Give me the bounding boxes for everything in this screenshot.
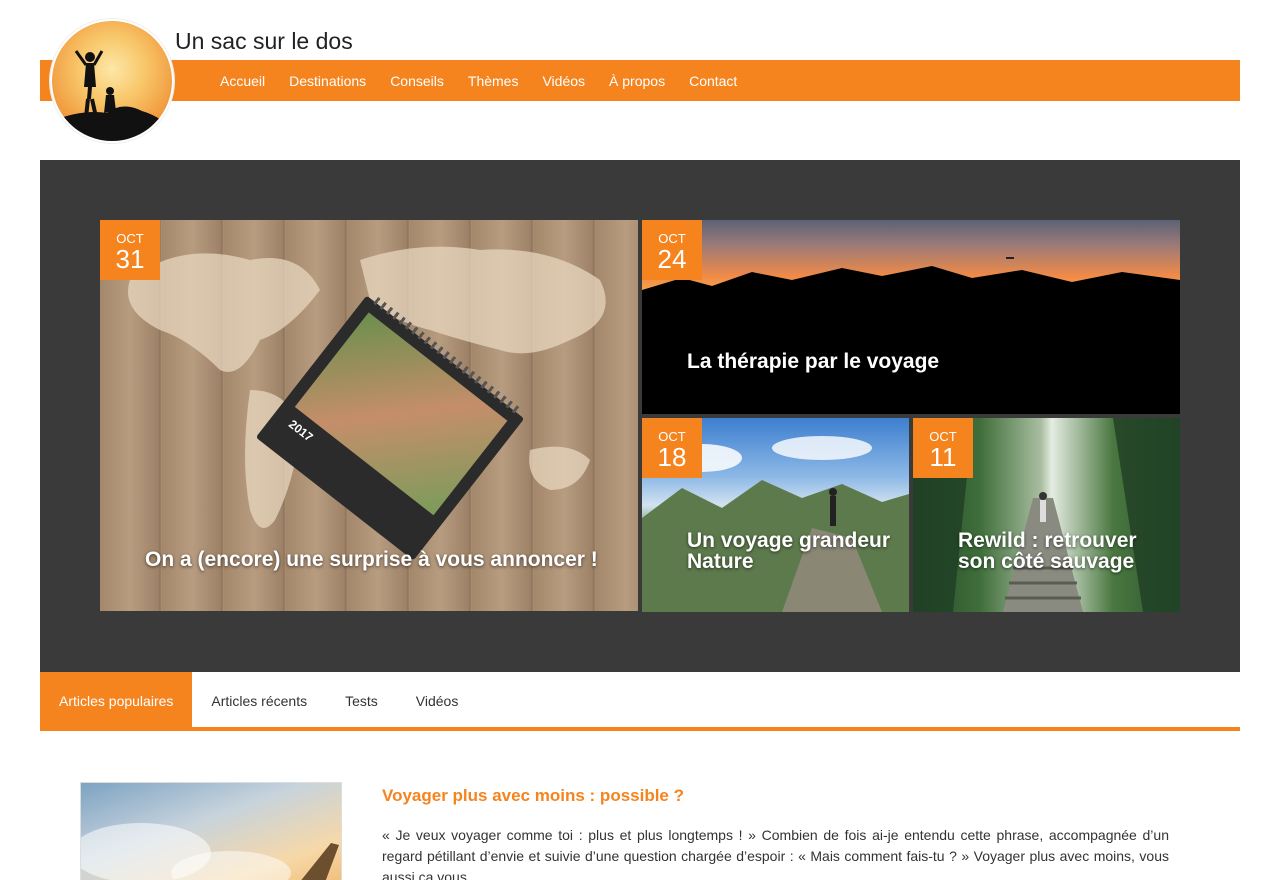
site-title[interactable]: Un sac sur le dos xyxy=(175,28,353,55)
nav-item-contact[interactable]: Contact xyxy=(689,73,737,89)
featured-card-rewild[interactable]: OCT 11 Rewild : retrouver son côté sauva… xyxy=(913,418,1180,612)
nav-item-themes[interactable]: Thèmes xyxy=(468,73,519,89)
date-day: 24 xyxy=(657,244,687,274)
nav-item-accueil[interactable]: Accueil xyxy=(220,73,265,89)
featured-card-grandeur-nature[interactable]: OCT 18 Un voyage grandeur Nature xyxy=(642,418,909,612)
date-badge: OCT 24 xyxy=(642,220,702,280)
nav-item-destinations[interactable]: Destinations xyxy=(289,73,366,89)
featured-title[interactable]: Un voyage grandeur Nature xyxy=(687,530,902,572)
article-tabs: Articles populaires Articles récents Tes… xyxy=(40,672,1240,731)
tab-videos[interactable]: Vidéos xyxy=(397,672,478,727)
main-navbar: Accueil Destinations Conseils Thèmes Vid… xyxy=(40,60,1240,101)
date-day: 31 xyxy=(115,244,145,274)
date-day: 18 xyxy=(657,442,687,472)
date-badge: OCT 31 xyxy=(100,220,160,280)
article-thumbnail[interactable] xyxy=(80,782,342,880)
nav-menu: Accueil Destinations Conseils Thèmes Vid… xyxy=(220,60,761,101)
featured-title[interactable]: La thérapie par le voyage xyxy=(687,351,939,372)
hikers-silhouette-icon xyxy=(52,50,172,141)
tab-tests[interactable]: Tests xyxy=(326,672,397,727)
featured-card-surprise[interactable]: 2017 OCT 31 On a (encore) une surprise à… xyxy=(100,220,638,611)
date-badge: OCT 18 xyxy=(642,418,702,478)
featured-posts: 2017 OCT 31 On a (encore) une surprise à… xyxy=(40,160,1240,672)
nav-item-videos[interactable]: Vidéos xyxy=(542,73,585,89)
date-day: 11 xyxy=(929,442,957,472)
tab-articles-recents[interactable]: Articles récents xyxy=(192,672,326,727)
nav-item-conseils[interactable]: Conseils xyxy=(390,73,444,89)
featured-card-therapie[interactable]: OCT 24 La thérapie par le voyage xyxy=(642,220,1180,414)
article-title[interactable]: Voyager plus avec moins : possible ? xyxy=(382,786,684,806)
mountain-silhouette xyxy=(642,257,1180,414)
calendar-year: 2017 xyxy=(285,416,316,445)
tab-articles-populaires[interactable]: Articles populaires xyxy=(40,672,193,727)
nav-item-a-propos[interactable]: À propos xyxy=(609,73,665,89)
date-badge: OCT 11 xyxy=(913,418,973,478)
airplane-wing-image xyxy=(81,823,339,880)
article-excerpt: « Je veux voyager comme toi : plus et pl… xyxy=(382,827,1169,880)
site-logo[interactable] xyxy=(50,19,174,143)
featured-title[interactable]: Rewild : retrouver son côté sauvage xyxy=(958,530,1173,572)
featured-title[interactable]: On a (encore) une surprise à vous annonc… xyxy=(145,549,598,570)
